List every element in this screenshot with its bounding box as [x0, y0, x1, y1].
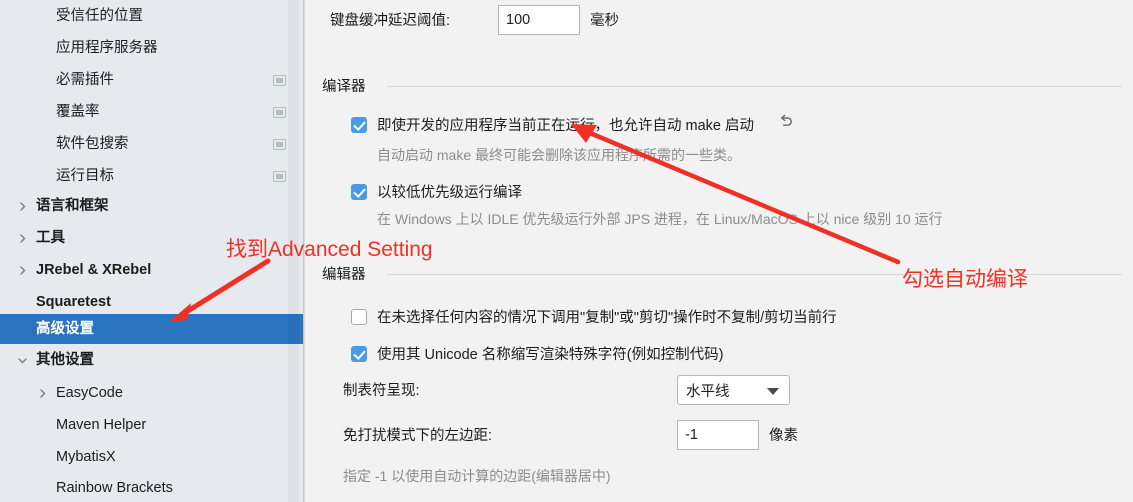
sidebar-item-label: 高级设置 [36, 320, 94, 337]
zen-margin-description: 指定 -1 以使用自动计算的边距(编辑器居中) [343, 468, 611, 484]
sidebar-item-6[interactable]: 语言和框架 [0, 191, 304, 221]
zen-margin-unit: 像素 [769, 428, 798, 444]
compiler-group-title: 编译器 [322, 79, 366, 95]
checkbox-row-automake[interactable]: 即使开发的应用程序当前正在运行，也允许自动 make 启动 [351, 114, 754, 135]
sidebar-item-label: 覆盖率 [56, 103, 100, 120]
keyboard-buffer-input[interactable]: 100 [498, 5, 580, 35]
sidebar-item-label: 运行目标 [56, 167, 114, 184]
sidebar-item-label: 工具 [36, 229, 65, 246]
keyboard-buffer-unit: 毫秒 [590, 13, 619, 29]
annotation-note-right: 勾选自动编译 [902, 268, 1028, 291]
tab-render-value: 水平线 [686, 383, 730, 400]
low-priority-description: 在 Windows 上以 IDLE 优先级运行外部 JPS 进程，在 Linux… [377, 211, 943, 227]
checkbox-unicode-render-label: 使用其 Unicode 名称缩写渲染特殊字符(例如控制代码) [377, 347, 724, 363]
checkbox-row-low-priority[interactable]: 以较低优先级运行编译 [351, 181, 522, 202]
chevron-down-icon [767, 388, 779, 395]
sidebar-item-label: 语言和框架 [36, 197, 109, 214]
checkbox-no-copy-current-line-label: 在未选择任何内容的情况下调用"复制"或"剪切"操作时不复制/剪切当前行 [377, 310, 837, 326]
sidebar-item-15[interactable]: Rainbow Brackets [0, 473, 304, 502]
sidebar-item-label: Maven Helper [56, 416, 147, 433]
checkbox-low-priority-label: 以较低优先级运行编译 [377, 185, 522, 201]
automake-description: 自动启动 make 最终可能会删除该应用程序所需的一些类。 [377, 147, 742, 163]
project-scope-icon [273, 106, 286, 118]
sidebar-item-label: 软件包搜索 [56, 135, 129, 152]
chevron-right-icon[interactable] [14, 198, 30, 214]
sidebar-item-0[interactable]: 受信任的位置 [0, 1, 304, 31]
sidebar-item-14[interactable]: MybatisX [0, 442, 304, 472]
chevron-right-icon[interactable] [14, 230, 30, 246]
checkbox-unicode-render[interactable] [351, 345, 367, 362]
checkbox-no-copy-current-line[interactable] [351, 308, 367, 325]
sidebar-item-label: Squaretest [36, 293, 111, 310]
compiler-group-rule [387, 86, 1122, 87]
checkbox-row-unicode-render[interactable]: 使用其 Unicode 名称缩写渲染特殊字符(例如控制代码) [351, 343, 723, 364]
sidebar-item-label: Rainbow Brackets [56, 479, 173, 496]
chevron-right-icon[interactable] [14, 262, 30, 278]
sidebar-item-label: 必需插件 [56, 71, 114, 88]
settings-dialog: 受信任的位置 应用程序服务器 必需插件覆盖率软件包搜索运行目标语言和框架工具 JReb… [0, 0, 1133, 502]
sidebar-item-9[interactable]: Squaretest [0, 287, 304, 317]
sidebar-item-11[interactable]: 其他设置 [0, 345, 304, 375]
annotation-note-left: 找到Advanced Setting [226, 238, 433, 261]
sidebar-item-5[interactable]: 运行目标 [0, 161, 304, 191]
sidebar-item-label: JRebel & XRebel [36, 261, 152, 278]
sidebar-item-4[interactable]: 软件包搜索 [0, 129, 304, 159]
checkbox-row-no-copy-current-line[interactable]: 在未选择任何内容的情况下调用"复制"或"剪切"操作时不复制/剪切当前行 [351, 306, 837, 327]
checkbox-low-priority[interactable] [351, 183, 367, 200]
project-scope-icon [273, 170, 286, 182]
chevron-right-icon[interactable] [34, 385, 50, 401]
sidebar-item-13[interactable]: Maven Helper [0, 410, 304, 440]
chevron-down-icon[interactable] [14, 352, 30, 368]
editor-group-title: 编辑器 [322, 267, 366, 283]
sidebar-item-10[interactable]: 高级设置 [0, 314, 304, 344]
sidebar-item-2[interactable]: 必需插件 [0, 65, 304, 95]
project-scope-icon [273, 138, 286, 150]
zen-margin-input[interactable]: -1 [677, 420, 759, 450]
sidebar-item-12[interactable]: EasyCode [0, 378, 304, 408]
project-scope-icon [273, 74, 286, 86]
keyboard-buffer-label: 键盘缓冲延迟阈值: [330, 13, 451, 29]
checkbox-automake-label: 即使开发的应用程序当前正在运行，也允许自动 make 启动 [377, 118, 755, 134]
zen-margin-label: 免打扰模式下的左边距: [343, 428, 493, 444]
checkbox-automake[interactable] [351, 116, 367, 133]
sidebar-item-1[interactable]: 应用程序服务器 [0, 33, 304, 63]
tab-render-label: 制表符呈现: [343, 383, 420, 399]
sidebar-item-3[interactable]: 覆盖率 [0, 97, 304, 127]
sidebar-item-label: 其他设置 [36, 351, 94, 368]
sidebar-item-label: EasyCode [56, 384, 123, 401]
undo-icon[interactable] [777, 113, 795, 131]
tab-render-select[interactable]: 水平线 [677, 375, 790, 405]
sidebar-item-label: 应用程序服务器 [56, 39, 158, 56]
sidebar-item-label: 受信任的位置 [56, 7, 143, 24]
sidebar-item-label: MybatisX [56, 448, 116, 465]
